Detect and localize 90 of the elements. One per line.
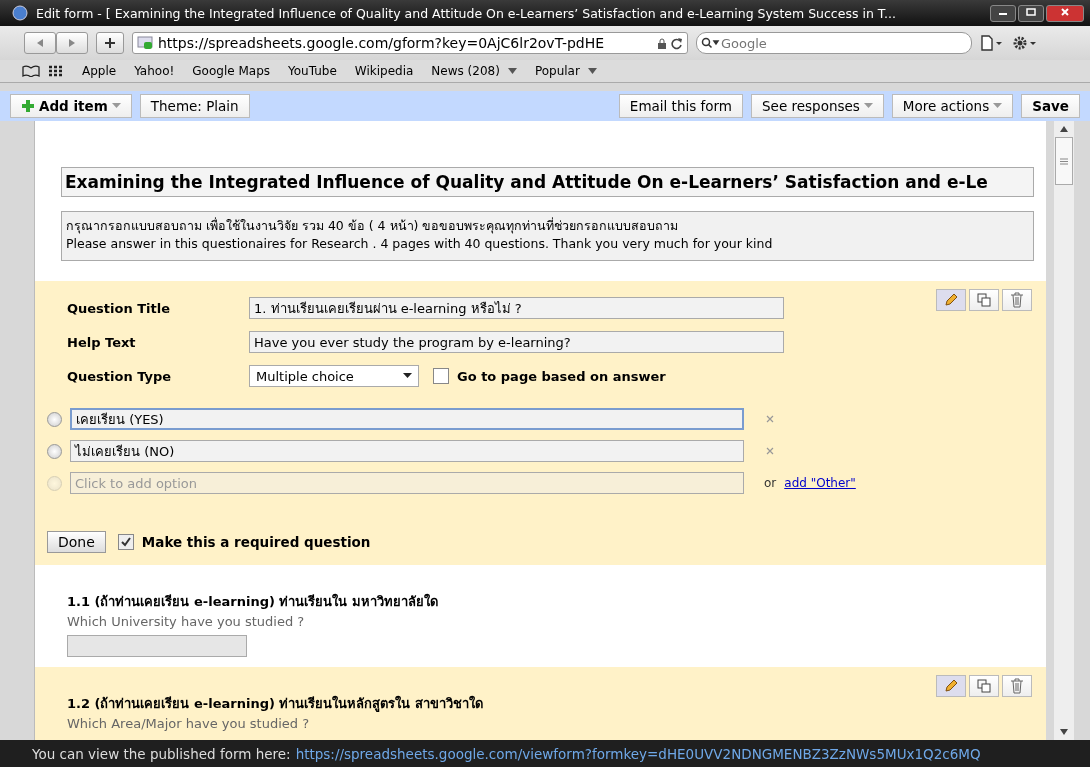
page-menu-icon[interactable] [980, 35, 1004, 51]
field-label: Help Text [67, 334, 137, 350]
bookmark-link[interactable]: Popular [534, 64, 597, 78]
help-text: Which Area/Major have you studied ? [67, 716, 311, 731]
maximize-icon [1026, 8, 1036, 16]
done-button[interactable]: Done [47, 531, 106, 553]
back-icon [35, 38, 45, 48]
form-description-field[interactable]: กรุณากรอกแบบสอบถาม เพื่อใช้ในงานวิจัย รวม 40 ข้อ ( 4 หน้า) ขอขอบพระคุณทุกท่านที่ช่วยกรอกแบบสอบถาม Please answer in this questionaires for Research . 4 pages with 40 questions. Thank you very much for your kind [61, 211, 1034, 261]
delete-button[interactable] [1002, 675, 1032, 697]
add-option-field[interactable]: Click to add option [70, 472, 744, 494]
or-text: or [764, 476, 777, 490]
checkbox[interactable] [117, 534, 134, 550]
bookmark-link[interactable]: Yahoo! [134, 64, 175, 78]
pencil-icon [943, 678, 959, 694]
page-icon [137, 36, 155, 50]
bookmark-link[interactable]: Apple [82, 64, 117, 78]
radio-button[interactable] [47, 411, 62, 427]
forward-icon [67, 38, 77, 48]
dropdown-icon [993, 103, 1003, 109]
duplicate-button[interactable] [969, 675, 999, 697]
bookmark-link[interactable]: Google Maps [192, 64, 271, 78]
toolbar-button[interactable]: More actions [891, 94, 1014, 118]
remove-icon[interactable] [766, 415, 774, 423]
option-field[interactable]: เคยเรียน (YES) [70, 408, 744, 430]
help-text-field[interactable]: Have you ever study the program by e-learning? [249, 331, 784, 353]
new-tab-button[interactable] [96, 32, 124, 54]
field-label: Question Title [67, 300, 172, 316]
add-other-link[interactable]: add "Other" [784, 476, 856, 490]
dropdown-icon [507, 67, 517, 75]
window-title: Edit form - [ Examining the Integrated Influence of Quality and Attitude On e-Learners’ Satisfaction and e-Learning System Success in T... [36, 5, 897, 21]
reload-icon [670, 36, 683, 50]
radio-button[interactable] [47, 443, 62, 459]
answer-field[interactable] [67, 635, 247, 657]
back-button[interactable] [24, 32, 56, 54]
plus-icon [21, 99, 35, 113]
dropdown-icon [863, 103, 873, 109]
pencil-icon [943, 292, 959, 308]
trash-icon [1010, 292, 1024, 308]
plus-icon [104, 37, 116, 49]
lock-icon [657, 37, 667, 49]
toolbar-button[interactable]: Save [1021, 94, 1080, 118]
remove-icon[interactable] [766, 447, 774, 455]
option-field[interactable]: ไม่เคยเรียน (NO) [70, 440, 744, 462]
close-button[interactable] [1046, 4, 1084, 22]
toolbar-button[interactable]: Theme: Plain [139, 94, 250, 118]
question-card[interactable]: 1.1 (ถ้าท่านเคยเรียน e-learning) ท่านเรียนใน มหาวิทยาลัยใด Which University have you studied ? [35, 565, 1046, 667]
edit-button[interactable] [936, 289, 966, 311]
question-title: 1.2 (ถ้าท่านเคยเรียน e-learning) ท่านเรียนในหลักสูตรใน สาขาวิชาใด [67, 694, 484, 714]
settings-icon[interactable] [1012, 35, 1038, 51]
bookmark-link[interactable]: YouTube [288, 64, 337, 78]
duplicate-button[interactable] [969, 289, 999, 311]
globe-icon [12, 5, 28, 21]
search-icon[interactable] [701, 37, 721, 49]
address-bar[interactable]: https://spreadsheets.google.com/gform?key=0AjC6lr2ovT-pdHE [132, 32, 688, 54]
checkbox-label: Go to page based on answer [457, 368, 666, 384]
help-text: Which University have you studied ? [67, 614, 306, 629]
question-title: 1.1 (ถ้าท่านเคยเรียน e-learning) ท่านเรียนใน มหาวิทยาลัยใด [67, 592, 439, 611]
checkbox-label: Make this a required question [141, 534, 371, 550]
book-icon[interactable] [22, 65, 40, 77]
toolbar-button[interactable]: Add item [10, 94, 132, 118]
bookmark-link[interactable]: Wikipedia [354, 64, 414, 78]
form-title-field[interactable]: Examining the Integrated Influence of Quality and Attitude On e-Learners’ Satisfaction and e-Le [61, 167, 1034, 197]
dropdown-icon [587, 67, 597, 75]
published-form-link[interactable]: https://spreadsheets.google.com/viewform?formkey=dHE0UVV2NDNGMENBZ3ZzNWs5MUx1Q2c6MQ [295, 745, 981, 762]
minimize-button[interactable] [990, 4, 1016, 22]
maximize-button[interactable] [1018, 4, 1044, 22]
edit-button[interactable] [936, 675, 966, 697]
checkbox[interactable] [433, 368, 449, 384]
question-type-dropdown[interactable]: Multiple choice [249, 365, 419, 387]
toolbar-button[interactable]: Email this form [618, 94, 743, 118]
toolbar-button[interactable]: See responses [751, 94, 884, 118]
scroll-up-icon[interactable] [1060, 126, 1068, 132]
dropdown-icon [403, 373, 412, 379]
search-field[interactable]: Google [696, 32, 972, 54]
grid-icon[interactable] [48, 65, 64, 77]
copy-icon [976, 678, 992, 694]
copy-icon [976, 292, 992, 308]
status-text: You can view the published form here: [32, 745, 291, 762]
scroll-down-icon[interactable] [1060, 729, 1068, 735]
forward-button[interactable] [56, 32, 88, 54]
scrollbar-thumb[interactable] [1055, 137, 1073, 185]
bookmark-link[interactable]: News (208) [431, 64, 517, 78]
question-title-field[interactable]: 1. ท่านเรียนเคยเรียนผ่าน e-learning หรือไม่ ? [249, 297, 784, 319]
question-card[interactable]: 1.2 (ถ้าท่านเคยเรียน e-learning) ท่านเรียนในหลักสูตรใน สาขาวิชาใด Which Area/Major have you studied ? [35, 667, 1046, 740]
delete-button[interactable] [1002, 289, 1032, 311]
dropdown-icon [111, 103, 121, 109]
scrollbar[interactable] [1054, 121, 1074, 740]
trash-icon [1010, 678, 1024, 694]
field-label: Question Type [67, 368, 173, 384]
close-icon [1060, 8, 1070, 16]
